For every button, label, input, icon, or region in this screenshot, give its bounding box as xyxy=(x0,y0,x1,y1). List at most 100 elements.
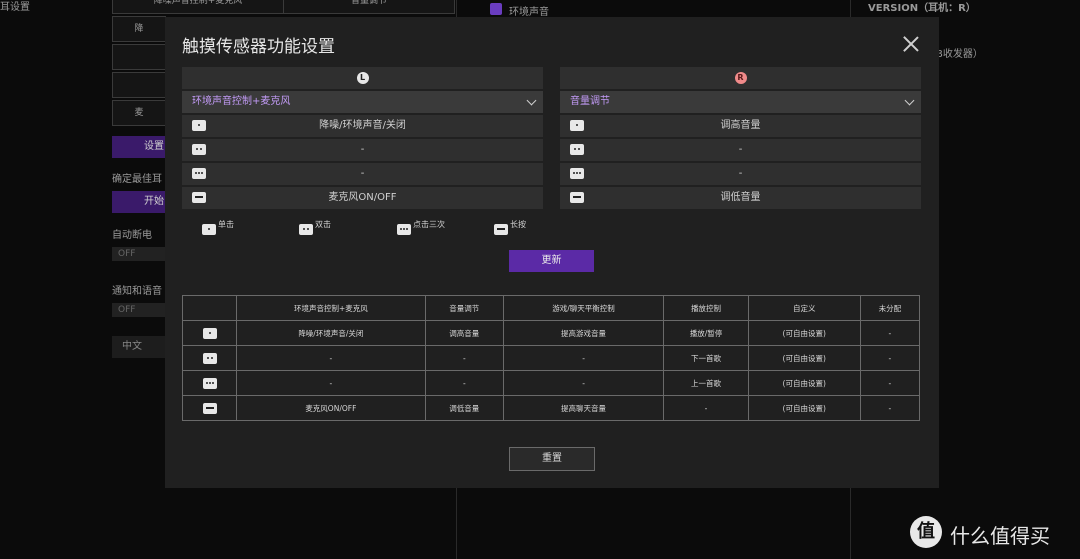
long-press-icon xyxy=(202,402,217,414)
table-header xyxy=(182,295,237,321)
legend-label: 单击 xyxy=(218,220,234,229)
right-panel: R 音量调节 调高音量 - - 调低音量 xyxy=(560,67,921,209)
single-tap-icon xyxy=(202,327,217,339)
bg-receiver: B收发器） xyxy=(936,49,983,60)
table-header-row: 环境声音控制+麦克风 音量调节 游戏/聊天平衡控制 播放控制 自定义 未分配 xyxy=(182,295,921,321)
touch-sensor-dialog: 触摸传感器功能设置 L 环境声音控制+麦克风 降噪/环境声音/关闭 - - 麦克… xyxy=(165,17,939,488)
left-row-label: 麦克风ON/OFF xyxy=(328,192,397,203)
update-button[interactable]: 更新 xyxy=(509,250,594,272)
table-cell: 提高聊天音量 xyxy=(502,395,665,421)
left-panel: L 环境声音控制+麦克风 降噪/环境声音/关闭 - - 麦克风ON/OFF xyxy=(182,67,543,209)
table-cell: - xyxy=(424,370,504,396)
table-cell: 调低音量 xyxy=(424,395,504,421)
table-row: 降噪/环境声音/关闭 调高音量 提高游戏音量 播放/暂停 (可自由设置) - xyxy=(182,320,921,346)
left-function-select[interactable]: 环境声音控制+麦克风 xyxy=(182,91,543,113)
bg-auto-off-label: 自动断电 xyxy=(112,230,152,241)
bg-section-title: 耳设置 xyxy=(0,2,30,13)
table-header: 未分配 xyxy=(859,295,921,321)
table-cell: (可自由设置) xyxy=(747,395,861,421)
right-badge: R xyxy=(734,72,747,84)
legend-label: 点击三次 xyxy=(413,220,445,229)
table-cell: - xyxy=(236,370,426,396)
gesture-cell xyxy=(182,395,237,421)
left-row-label: - xyxy=(360,168,365,179)
table-cell: (可自由设置) xyxy=(747,320,861,346)
right-row-double: - xyxy=(560,139,921,161)
double-tap-icon xyxy=(570,144,584,155)
single-tap-icon xyxy=(570,120,584,131)
bg-grid-cell[interactable]: 音量调节 xyxy=(283,0,455,14)
legend-single: 单击 xyxy=(192,219,234,235)
close-icon[interactable] xyxy=(903,36,919,52)
dialog-title: 触摸传感器功能设置 xyxy=(182,37,335,57)
table-header: 游戏/聊天平衡控制 xyxy=(502,295,665,321)
bg-version: VERSION（耳机：R） xyxy=(868,3,976,14)
right-row-long: 调低音量 xyxy=(560,187,921,209)
right-row-label: 调低音量 xyxy=(720,192,761,203)
function-table: 环境声音控制+麦克风 音量调节 游戏/聊天平衡控制 播放控制 自定义 未分配 降… xyxy=(182,295,921,421)
legend-triple: 点击三次 xyxy=(387,219,445,235)
right-panel-header: R xyxy=(560,67,921,89)
checkbox-icon[interactable] xyxy=(490,3,502,15)
bg-grid-cell[interactable] xyxy=(112,44,166,70)
triple-tap-icon xyxy=(397,224,411,235)
right-row-single: 调高音量 xyxy=(560,115,921,137)
legend-label: 双击 xyxy=(315,220,331,229)
double-tap-icon xyxy=(202,352,217,364)
table-cell: - xyxy=(424,345,504,371)
left-row-triple: - xyxy=(182,163,543,185)
table-row: 麦克风ON/OFF 调低音量 提高聊天音量 - (可自由设置) - xyxy=(182,395,921,421)
bg-grid-cell[interactable]: 麦 xyxy=(112,100,166,126)
table-cell: - xyxy=(236,345,426,371)
legend-double: 双击 xyxy=(289,219,331,235)
left-panel-header: L xyxy=(182,67,543,89)
left-row-label: - xyxy=(360,144,365,155)
chevron-down-icon xyxy=(526,95,537,106)
gesture-cell xyxy=(182,370,237,396)
bg-grid-cell[interactable] xyxy=(112,72,166,98)
left-row-double: - xyxy=(182,139,543,161)
table-cell: - xyxy=(502,345,665,371)
gesture-cell xyxy=(182,345,237,371)
table-cell: - xyxy=(859,370,921,396)
long-press-icon xyxy=(192,192,206,203)
table-cell: - xyxy=(859,345,921,371)
right-row-label: - xyxy=(738,144,743,155)
double-tap-icon xyxy=(299,224,313,235)
watermark-text: 什么值得买 xyxy=(950,524,1050,548)
chevron-down-icon xyxy=(904,95,915,106)
gesture-legend: 单击 双击 点击三次 长按 xyxy=(192,219,562,235)
single-tap-icon xyxy=(202,224,216,235)
right-function-select[interactable]: 音量调节 xyxy=(560,91,921,113)
table-header: 环境声音控制+麦克风 xyxy=(236,295,426,321)
bg-grid-cell[interactable]: 降噪声音控制+麦克风 xyxy=(112,0,284,14)
right-row-label: 调高音量 xyxy=(720,120,761,131)
bg-grid-cell[interactable]: 降 xyxy=(112,16,166,42)
table-cell: 降噪/环境声音/关闭 xyxy=(236,320,426,346)
table-header: 播放控制 xyxy=(663,295,749,321)
legend-long: 长按 xyxy=(484,219,526,235)
table-cell: (可自由设置) xyxy=(747,370,861,396)
triple-tap-icon xyxy=(202,377,217,389)
table-cell: 上一首歌 xyxy=(663,370,749,396)
table-cell: - xyxy=(859,320,921,346)
reset-button[interactable]: 重置 xyxy=(509,447,595,471)
table-cell: 播放/暂停 xyxy=(663,320,749,346)
right-row-label: - xyxy=(738,168,743,179)
table-cell: 麦克风ON/OFF xyxy=(236,395,426,421)
triple-tap-icon xyxy=(570,168,584,179)
watermark-logo-icon: 值 xyxy=(910,516,942,548)
right-select-value: 音量调节 xyxy=(570,96,610,107)
table-header: 自定义 xyxy=(747,295,861,321)
bg-ambient-label: 环境声音 xyxy=(509,7,549,18)
bg-fit-label: 确定最佳耳 xyxy=(112,174,162,185)
long-press-icon xyxy=(570,192,584,203)
table-cell: 提高游戏音量 xyxy=(502,320,665,346)
gesture-cell xyxy=(182,320,237,346)
triple-tap-icon xyxy=(192,168,206,179)
table-header: 音量调节 xyxy=(424,295,504,321)
right-row-triple: - xyxy=(560,163,921,185)
table-cell: 调高音量 xyxy=(424,320,504,346)
left-row-long: 麦克风ON/OFF xyxy=(182,187,543,209)
table-cell: (可自由设置) xyxy=(747,345,861,371)
